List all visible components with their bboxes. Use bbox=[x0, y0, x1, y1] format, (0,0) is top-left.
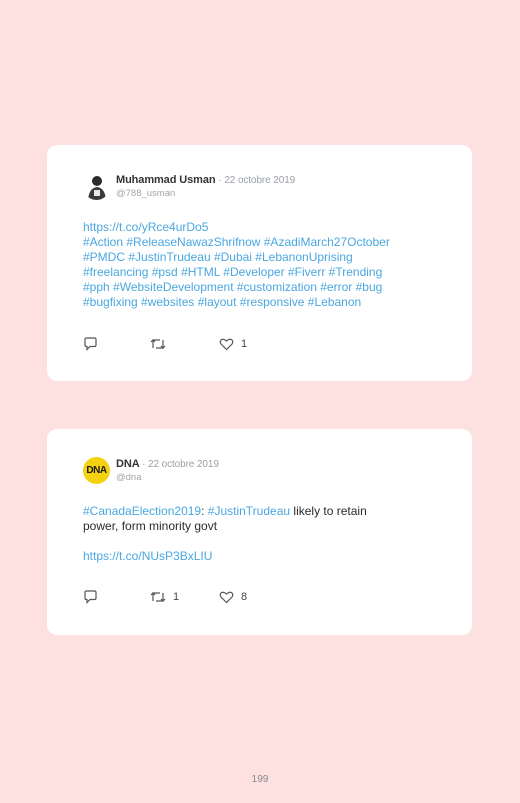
tweet-handle[interactable]: @788_usman bbox=[116, 188, 175, 199]
reply-button[interactable] bbox=[83, 337, 98, 351]
tweet-handle[interactable]: @dna bbox=[116, 472, 142, 483]
tweet-text-line: power, form minority govt bbox=[83, 519, 218, 533]
retweet-button[interactable]: 1 bbox=[150, 590, 179, 604]
tweet-link[interactable]: https://t.co/yRce4urDo5 bbox=[83, 220, 433, 235]
author-name[interactable]: Muhammad Usman bbox=[116, 174, 216, 186]
like-icon bbox=[219, 338, 234, 351]
tweet-author[interactable]: DNA · 22 octobre 2019 bbox=[116, 458, 219, 470]
hashtag-line[interactable]: #Action #ReleaseNawazShrifnow #AzadiMarc… bbox=[83, 235, 433, 250]
retweet-count: 1 bbox=[173, 591, 180, 603]
tweet-author[interactable]: Muhammad Usman · 22 octobre 2019 bbox=[116, 174, 295, 186]
retweet-icon bbox=[150, 339, 166, 349]
like-icon bbox=[219, 591, 234, 604]
tweet-link[interactable]: https://t.co/NUsP3BxLIU bbox=[83, 549, 433, 564]
tweet-text: https://t.co/yRce4urDo5 #Action #Release… bbox=[83, 220, 433, 310]
dna-logo-text: DNA bbox=[86, 465, 107, 476]
hashtag-line[interactable]: #pph #WebsiteDevelopment #customization … bbox=[83, 280, 433, 295]
tweet-card[interactable]: DNA DNA · 22 octobre 2019 @dna #CanadaEl… bbox=[47, 429, 472, 635]
hashtag-line[interactable]: #bugfixing #websites #layout #responsive… bbox=[83, 295, 433, 310]
reply-icon bbox=[84, 337, 97, 351]
retweet-icon bbox=[150, 592, 166, 602]
hashtag-link[interactable]: #JustinTrudeau bbox=[208, 504, 290, 518]
avatar[interactable] bbox=[83, 173, 110, 200]
avatar[interactable]: DNA bbox=[83, 457, 110, 484]
tweet-text-part: likely to retain bbox=[290, 504, 367, 518]
hashtag-line[interactable]: #PMDC #JustinTrudeau #Dubai #LebanonUpri… bbox=[83, 250, 433, 265]
hashtag-line[interactable]: #freelancing #psd #HTML #Developer #Five… bbox=[83, 265, 433, 280]
like-button[interactable]: 1 bbox=[219, 337, 247, 351]
retweet-button[interactable] bbox=[150, 337, 173, 351]
reply-button[interactable] bbox=[83, 590, 98, 604]
like-count: 8 bbox=[241, 591, 248, 603]
person-avatar-icon bbox=[83, 173, 110, 200]
tweet-date[interactable]: · 22 octobre 2019 bbox=[218, 175, 295, 186]
like-count: 1 bbox=[241, 338, 248, 350]
hashtag-link[interactable]: #CanadaElection2019 bbox=[83, 504, 201, 518]
author-name[interactable]: DNA bbox=[116, 458, 139, 470]
tweet-text: #CanadaElection2019: #JustinTrudeau like… bbox=[83, 504, 433, 564]
like-button[interactable]: 8 bbox=[219, 590, 247, 604]
page-number: 199 bbox=[251, 774, 269, 785]
reply-icon bbox=[84, 590, 97, 604]
tweet-card[interactable]: Muhammad Usman · 22 octobre 2019 @788_us… bbox=[47, 145, 472, 381]
text-separator: : bbox=[201, 504, 208, 518]
tweet-date[interactable]: · 22 octobre 2019 bbox=[142, 459, 219, 470]
